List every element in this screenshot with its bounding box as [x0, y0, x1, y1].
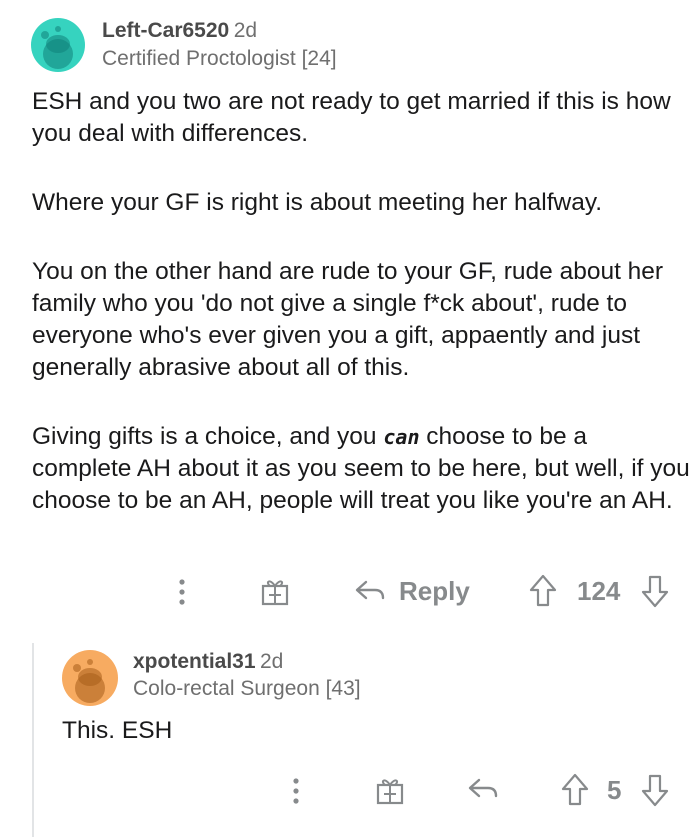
- reply-arrow-icon: [468, 778, 498, 798]
- upvote-button[interactable]: [528, 573, 558, 609]
- reply-award-button[interactable]: [373, 773, 407, 807]
- comment-paragraph: Where your GF is right is about meeting …: [32, 189, 603, 216]
- paragraph-text: Giving gifts is a choice, and you: [32, 423, 384, 450]
- comment-paragraph: ESH and you two are not ready to get mar…: [32, 88, 671, 147]
- reply-downvote-button[interactable]: [640, 772, 670, 808]
- comment-paragraph-last: Giving gifts is a choice, and you can ch…: [32, 421, 692, 517]
- upvote-icon: [529, 574, 557, 607]
- snoo-avatar-icon: [41, 26, 73, 69]
- downvote-button[interactable]: [640, 573, 670, 609]
- comment-flair: Certified Proctologist [24]: [102, 47, 337, 70]
- gift-icon: [261, 580, 289, 606]
- comment-avatar[interactable]: [31, 18, 85, 72]
- gift-icon: [376, 779, 404, 805]
- reply-label: Reply: [399, 575, 470, 606]
- award-button[interactable]: [258, 574, 292, 608]
- reply-flair: Colo-rectal Surgeon [43]: [133, 677, 361, 700]
- more-options-icon: [293, 778, 299, 804]
- downvote-icon: [641, 774, 669, 807]
- comment-body: ESH and you two are not ready to get mar…: [32, 86, 692, 554]
- snoo-avatar-icon: [73, 659, 105, 703]
- upvote-icon: [561, 773, 589, 806]
- reply-age: 2d: [260, 650, 284, 673]
- reply-reply-button[interactable]: [466, 774, 500, 804]
- emphasis-text: can: [383, 425, 420, 449]
- reply-username[interactable]: xpotential31: [133, 650, 256, 673]
- reply-arrow-icon: [355, 580, 385, 600]
- reply-avatar[interactable]: [62, 650, 118, 706]
- comment-username[interactable]: Left-Car6520: [102, 19, 229, 42]
- comment-age: 2d: [233, 19, 258, 42]
- reply-more-options-button[interactable]: [282, 774, 310, 808]
- more-options-button[interactable]: [168, 575, 196, 609]
- more-options-icon: [179, 579, 185, 605]
- reply-button[interactable]: Reply: [353, 573, 470, 609]
- vote-score: 124: [577, 576, 621, 606]
- reply-body: This. ESH: [62, 717, 173, 744]
- downvote-icon: [641, 575, 669, 608]
- comment-paragraph: You on the other hand are rude to your G…: [32, 258, 664, 381]
- reply-upvote-button[interactable]: [560, 772, 590, 808]
- reply-vote-score: 5: [607, 775, 622, 805]
- thread-line[interactable]: [32, 643, 34, 837]
